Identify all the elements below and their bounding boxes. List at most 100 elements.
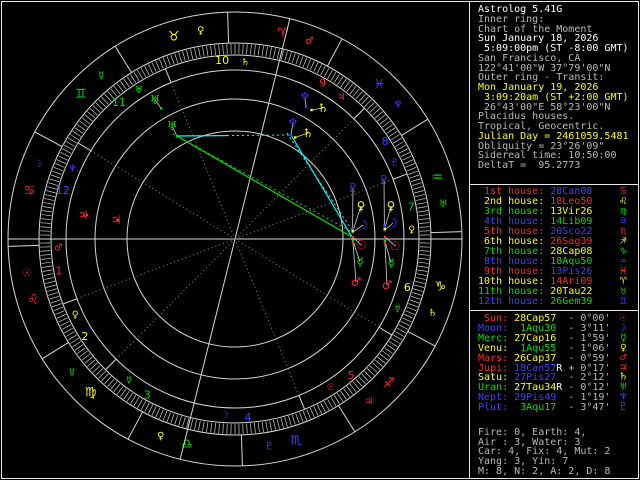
- degree-tick: [337, 392, 344, 402]
- house-cusp-line: [234, 238, 300, 396]
- outer-jupiter-icon: ♃: [78, 208, 89, 222]
- degree-tick: [320, 66, 326, 76]
- degree-tick: [391, 134, 400, 141]
- degree-tick: [369, 365, 378, 373]
- inner-venus-icon: ♀: [357, 199, 366, 213]
- degree-tick: [406, 166, 417, 172]
- degree-tick: [379, 117, 389, 125]
- degree-tick: [306, 59, 311, 69]
- degree-tick: [388, 341, 398, 348]
- inner-sun-icon: ☉: [356, 238, 367, 252]
- degree-tick: [81, 353, 91, 361]
- sun-inner-dot: [351, 236, 355, 239]
- degree-tick: [346, 386, 354, 395]
- degree-tick: [68, 137, 77, 144]
- degree-tick: [174, 53, 179, 64]
- degree-tick: [155, 60, 161, 71]
- house-number-3: 3: [144, 389, 151, 402]
- degree-tick: [257, 45, 260, 56]
- house-number-12: 12: [56, 184, 70, 197]
- degree-tick: [126, 392, 133, 402]
- aspect-trine-line: [176, 135, 353, 238]
- inner-neptune-icon: ♆: [288, 116, 299, 130]
- degree-tick: [87, 359, 96, 367]
- header-line: DeltaT = 95.2773: [478, 160, 581, 171]
- inner-saturn-icon: ♄: [303, 126, 314, 140]
- degree-tick: [70, 134, 79, 141]
- degree-tick: [395, 141, 405, 147]
- degree-tick: [410, 178, 421, 183]
- degree-tick: [316, 64, 323, 74]
- degree-tick: [369, 105, 378, 113]
- degree-tick: [415, 277, 426, 280]
- degree-tick: [77, 124, 86, 131]
- sign-boundary: [430, 231, 462, 234]
- saturn-inner-dot: [294, 136, 297, 139]
- degree-tick: [107, 378, 115, 387]
- aspect-sextile-line: [286, 132, 355, 234]
- degree-tick: [309, 60, 315, 71]
- outer-saturn-icon: ♄: [318, 101, 329, 115]
- sign-boundary: [326, 38, 343, 67]
- degree-tick: [58, 155, 68, 161]
- astrolog-window: ♈ ♂ ♉ ♀ ♊ ☿ ♋ ☽ ♌ ☉ ♍ ☿ ♎ ♀ ♏ ♇ ♐ ♃ ♑ ♄ ♒ ♅ ♓ ♆ 1 ♂ 2 ♀ 3 ☿ 4 ☽ 5 ☉ 6 ☿ 7 ♀ 8 ♇…: [0, 0, 640, 480]
- zodiac-aquarius-icon: ♒: [431, 170, 443, 185]
- house-number-9: 9: [319, 76, 326, 89]
- degree-tick: [299, 412, 304, 422]
- degree-tick: [366, 102, 375, 110]
- degree-tick: [41, 261, 52, 264]
- degree-tick: [56, 159, 67, 165]
- degree-tick: [186, 50, 190, 60]
- house-12-ruler-icon: ♆: [68, 164, 77, 175]
- inner-uranus-icon: ♅: [167, 119, 178, 133]
- inner-mercury-icon: ☿: [356, 255, 363, 269]
- degree-tick: [418, 257, 429, 260]
- degree-tick: [159, 59, 164, 69]
- ruler-of-cancer-icon: ☽: [33, 159, 42, 170]
- outer-pluto-icon: ♇: [379, 173, 390, 187]
- sign-boundary: [8, 244, 40, 247]
- degree-tick: [147, 404, 154, 414]
- degree-tick: [55, 310, 65, 315]
- degree-tick: [417, 265, 428, 268]
- degree-tick: [123, 78, 130, 88]
- degree-tick: [72, 341, 82, 348]
- ruler-of-aries-icon: ♂: [305, 36, 314, 47]
- house-6-ruler-icon: ☿: [395, 303, 401, 314]
- sign-boundary: [227, 12, 230, 44]
- degree-tick: [79, 350, 88, 358]
- degree-tick: [60, 320, 70, 327]
- degree-tick: [405, 163, 415, 168]
- degree-tick: [299, 56, 304, 66]
- degree-tick: [42, 265, 53, 268]
- outer-mars-icon: ♂: [382, 278, 393, 292]
- degree-tick: [110, 381, 118, 390]
- degree-tick: [417, 210, 428, 213]
- degree-tick: [42, 269, 53, 272]
- degree-tick: [62, 148, 72, 154]
- degree-tick: [393, 334, 402, 341]
- degree-tick: [198, 47, 201, 58]
- inner-pluto-icon: ♇: [348, 181, 359, 195]
- degree-tick: [65, 141, 75, 147]
- degree-tick: [42, 206, 53, 209]
- sign-boundary: [34, 131, 63, 148]
- house-sign-icon: ♊: [620, 294, 627, 307]
- inner-mars-icon: ♂: [351, 275, 362, 289]
- degree-tick: [273, 48, 276, 59]
- pluto-outer-dot: [383, 224, 386, 227]
- degree-tick: [414, 190, 424, 194]
- zodiac-scorpio-icon: ♏: [290, 433, 302, 448]
- sign-boundary: [338, 405, 356, 433]
- degree-tick: [417, 269, 428, 272]
- degree-tick: [198, 420, 201, 431]
- degree-tick: [79, 120, 88, 128]
- degree-tick: [257, 422, 260, 433]
- degree-tick: [358, 376, 366, 385]
- degree-tick: [50, 174, 61, 179]
- degree-tick: [291, 414, 296, 425]
- degree-tick: [395, 331, 405, 337]
- degree-tick: [398, 148, 408, 154]
- house-number-5: 5: [347, 369, 354, 382]
- ruler-of-taurus-icon: ♀: [197, 25, 204, 36]
